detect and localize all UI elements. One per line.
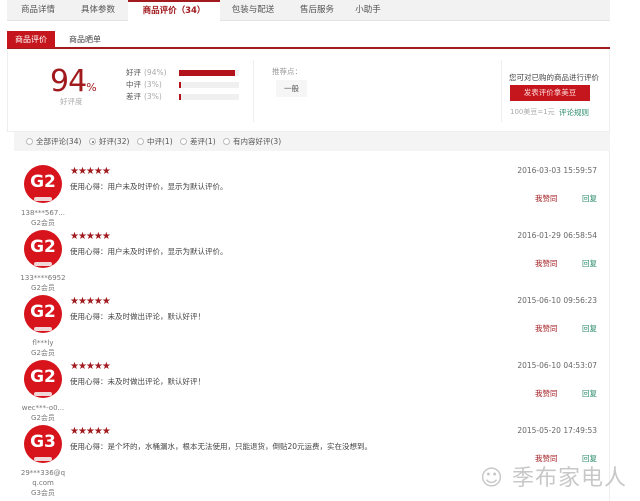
agree-link[interactable]: 我赞同	[535, 193, 558, 204]
subtab-reviews[interactable]: 商品评价	[7, 31, 55, 48]
agree-link[interactable]: 我赞同	[535, 258, 558, 269]
username: 138***567...	[21, 209, 65, 217]
rating-bar	[179, 82, 239, 88]
filter-bad[interactable]: 差评(1)	[180, 132, 216, 151]
rating-bar-fill	[179, 94, 181, 100]
review-item: G2 133****6952 G2会员 ★★★★★ 使用心得：用户未及时评价，显示…	[7, 226, 610, 293]
radio-icon[interactable]	[137, 138, 144, 145]
review-item: G2 fl***ly G2会员 ★★★★★ 使用心得：未及时做出评论，默认好评！ …	[7, 291, 610, 358]
filter-with-content[interactable]: 有内容好评(3)	[223, 132, 281, 151]
user-info: 133****6952 G2会员	[13, 273, 73, 293]
percent-sign: %	[86, 81, 97, 94]
watermark-text: 季布家电人	[511, 466, 627, 491]
radio-icon[interactable]	[89, 138, 96, 145]
review-date: 2015-06-10 04:53:07	[517, 361, 597, 370]
rating-label: 差评	[126, 92, 141, 101]
write-review-button[interactable]: 发表评价拿美豆	[510, 85, 590, 101]
rating-row-good: 好评 (94%)	[126, 67, 239, 79]
rating-pct: (94%)	[144, 68, 167, 77]
review-subtabs: 商品评价 商品晒单	[7, 31, 610, 49]
rating-bar	[179, 70, 239, 76]
tab-reviews[interactable]: 商品评价（34）	[128, 0, 220, 21]
review-date: 2016-01-29 06:58:54	[517, 231, 597, 240]
username: 133****6952	[20, 274, 66, 282]
review-text: 使用心得：未及时做出评论，默认好评！	[70, 377, 205, 386]
wechat-icon: ☺	[480, 466, 512, 491]
tab-specs[interactable]: 具体参数	[75, 0, 121, 21]
tab-details[interactable]: 商品详情	[15, 0, 61, 21]
radio-icon[interactable]	[180, 138, 187, 145]
review-date: 2015-06-10 09:56:23	[517, 296, 597, 305]
star-rating: ★★★★★	[70, 361, 111, 372]
avatar: G2	[24, 230, 62, 268]
user-info: 29***336@q q.com G3会员	[17, 468, 69, 498]
tab-assistant[interactable]: 小助手	[350, 0, 386, 21]
review-text: 使用心得：用户未及时评价，显示为默认评价。	[70, 247, 228, 256]
good-rate-value: 94	[50, 64, 87, 99]
star-rating: ★★★★★	[70, 166, 111, 177]
beans-note: 100美豆=1元	[510, 108, 555, 116]
review-text: 使用心得：用户未及时评价，显示为默认评价。	[70, 182, 228, 191]
avatar: G2	[24, 360, 62, 398]
user-info: 138***567... G2会员	[13, 208, 73, 228]
user-info: fl***ly G2会员	[13, 338, 73, 358]
username: fl***ly	[32, 339, 54, 347]
filter-all[interactable]: 全部评论(34)	[26, 132, 81, 151]
filter-good[interactable]: 好评(32)	[89, 132, 129, 151]
review-item: G2 138***567... G2会员 ★★★★★ 使用心得：用户未及时评价，显…	[7, 161, 610, 228]
subtab-photos[interactable]: 商品晒单	[61, 31, 109, 48]
divider	[253, 60, 254, 122]
good-rate-label: 好评度	[60, 97, 83, 106]
filter-neutral[interactable]: 中评(1)	[137, 132, 173, 151]
user-info: wec***-o0... G2会员	[13, 403, 73, 423]
review-text: 使用心得：是个坏的，水桶漏水，根本无法使用，只能退货，倒贴20元运费，实在没想到…	[70, 442, 373, 451]
username: 29***336@q q.com	[20, 469, 66, 487]
reply-link[interactable]: 回复	[582, 193, 597, 204]
cta-text: 您可对已购的商品进行评价	[509, 73, 599, 82]
rating-pct: (3%)	[144, 80, 162, 89]
review-filter: 全部评论(34) 好评(32) 中评(1) 差评(1) 有内容好评(3)	[14, 132, 610, 151]
review-rules-link[interactable]: 评论规则	[559, 107, 589, 118]
rating-row-bad: 差评 (3%)	[126, 91, 239, 103]
review-date: 2015-05-20 17:49:53	[517, 426, 597, 435]
rating-bar-fill	[179, 70, 236, 76]
agree-link[interactable]: 我赞同	[535, 388, 558, 399]
review-item: G2 wec***-o0... G2会员 ★★★★★ 使用心得：未及时做出评论，默…	[7, 356, 610, 423]
star-rating: ★★★★★	[70, 231, 111, 242]
review-date: 2016-03-03 15:59:57	[517, 166, 597, 175]
product-tabs: 商品详情 具体参数 商品评价（34） 包装与配送 售后服务 小助手	[7, 0, 610, 21]
radio-icon[interactable]	[26, 138, 33, 145]
reply-link[interactable]: 回复	[582, 323, 597, 334]
recommend-tag[interactable]: 一般	[276, 80, 307, 97]
tab-after-sales[interactable]: 售后服务	[292, 0, 342, 21]
avatar: G2	[24, 165, 62, 203]
rating-bar-fill	[179, 82, 181, 88]
username: wec***-o0...	[21, 404, 65, 412]
rating-bar	[179, 94, 239, 100]
member-level: G3会员	[31, 489, 55, 497]
agree-link[interactable]: 我赞同	[535, 323, 558, 334]
watermark: ☺ 季布家电人	[480, 460, 627, 492]
review-list: G2 138***567... G2会员 ★★★★★ 使用心得：用户未及时评价，显…	[7, 151, 610, 501]
avatar: G2	[24, 295, 62, 333]
tab-shipping[interactable]: 包装与配送	[225, 0, 281, 21]
recommend-label: 推荐点：	[272, 67, 302, 76]
rating-row-neutral: 中评 (3%)	[126, 79, 239, 91]
rating-label: 中评	[126, 80, 141, 89]
review-text: 使用心得：未及时做出评论，默认好评！	[70, 312, 205, 321]
divider	[501, 60, 502, 122]
good-rate: 94%	[50, 64, 97, 99]
reply-link[interactable]: 回复	[582, 258, 597, 269]
radio-icon[interactable]	[223, 138, 230, 145]
reply-link[interactable]: 回复	[582, 388, 597, 399]
rating-label: 好评	[126, 68, 141, 77]
rating-pct: (3%)	[144, 92, 162, 101]
avatar: G3	[24, 425, 62, 463]
star-rating: ★★★★★	[70, 426, 111, 437]
star-rating: ★★★★★	[70, 296, 111, 307]
